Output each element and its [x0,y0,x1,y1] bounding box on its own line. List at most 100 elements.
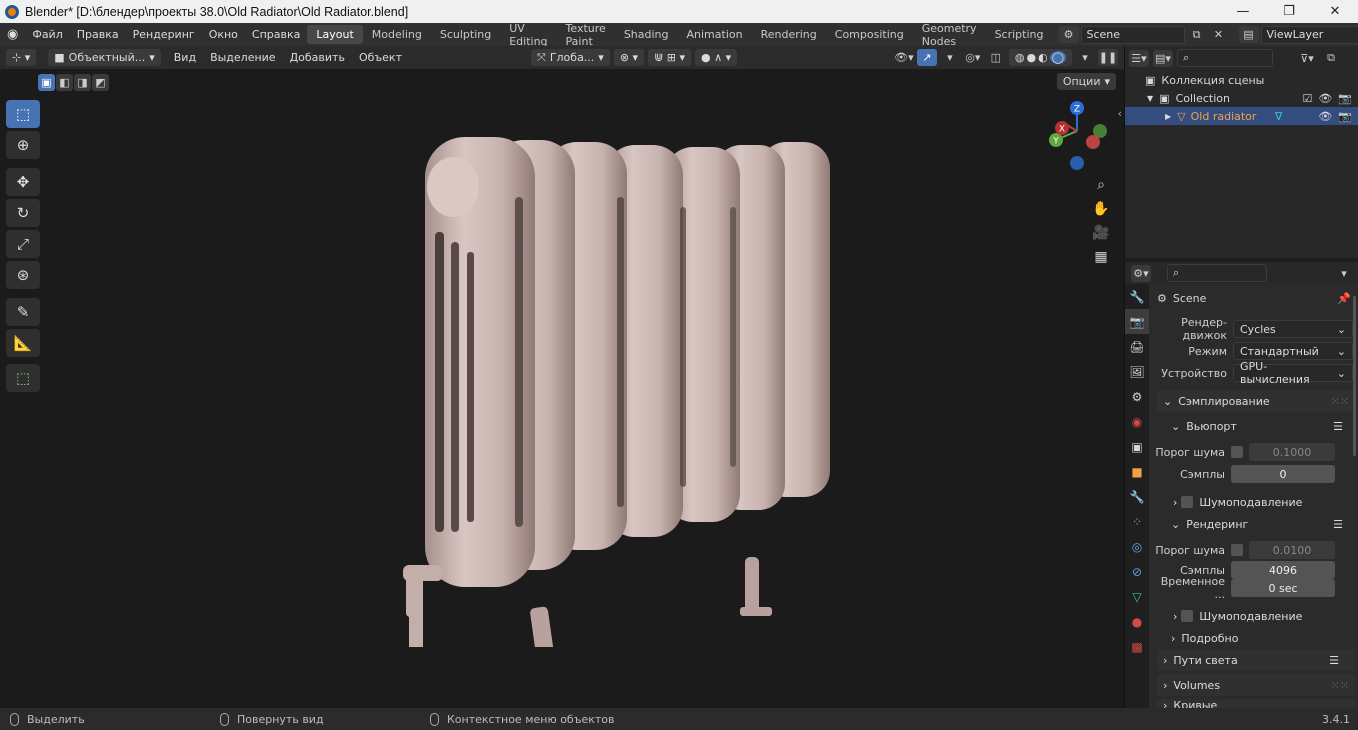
minimize-icon[interactable]: — [1220,4,1266,19]
scale-tool-icon[interactable]: ⤢ [6,230,40,258]
menu-object[interactable]: Объект [352,51,409,64]
gizmo-toggle-icon[interactable]: ↗ [916,49,937,66]
radiator-model[interactable] [395,137,845,647]
new-collection-icon[interactable]: ⧉ [1321,50,1341,67]
editor-type-button[interactable]: ⊹ ▾ [6,49,37,66]
object-tab-icon[interactable]: ■ [1125,459,1149,484]
menu-edit[interactable]: Правка [70,28,126,41]
menu-window[interactable]: Окно [202,28,245,41]
transform-orientation-dropdown[interactable]: ⤧ Глоба... ▾ [531,49,610,66]
blender-menu-icon[interactable]: ◉ [0,27,25,42]
mode-dropdown[interactable]: Стандартный ⌄ [1233,342,1353,360]
presets-list-icon[interactable]: ☰ [1333,518,1343,531]
select-intersect-icon[interactable]: ◩ [92,74,109,91]
outliner-row-scene-collection[interactable]: ▣ Коллекция сцены [1125,71,1358,89]
pivot-point-dropdown[interactable]: ⊗ ▾ [613,49,645,66]
eye-icon[interactable]: 👁 [1318,110,1332,123]
annotate-tool-icon[interactable]: ✎ [6,298,40,326]
select-subtract-icon[interactable]: ◨ [74,74,91,91]
view-layer-tab-icon[interactable]: 🖼 [1125,359,1149,384]
menu-help[interactable]: Справка [245,28,307,41]
scene-tab-icon[interactable]: ⚙ [1125,384,1149,409]
render-samples-field[interactable]: 4096 [1231,561,1335,579]
denoise-checkbox[interactable] [1181,496,1194,508]
pan-hand-icon[interactable]: ✋ [1089,197,1113,221]
tool-tab-icon[interactable]: 🔧 [1125,284,1149,309]
transform-tool-icon[interactable]: ⊛ [6,261,40,289]
menu-file[interactable]: Файл [25,28,69,41]
time-limit-field[interactable]: 0 sec [1231,579,1335,597]
texture-tab-icon[interactable]: ▩ [1125,634,1149,659]
rotate-tool-icon[interactable]: ↻ [6,199,40,227]
shading-modes[interactable]: ◍ ● ◐ ◯ [1008,49,1072,66]
xray-toggle-icon[interactable]: ◫ [986,49,1006,66]
select-new-icon[interactable]: ▣ [38,74,55,91]
render-noise-threshold-field[interactable]: 0.0100 [1249,541,1335,559]
exclude-checkbox-icon[interactable]: ☑ [1302,92,1312,105]
remove-scene-icon[interactable]: ✕ [1209,26,1229,43]
viewport-subpanel-header[interactable]: ⌄ Вьюпорт ☰ [1153,415,1358,437]
menu-render[interactable]: Рендеринг [126,28,202,41]
camera-view-icon[interactable]: 🎥 [1089,221,1113,245]
filter-icon[interactable]: ⊽▾ [1297,50,1317,67]
menu-select[interactable]: Выделение [203,51,283,64]
options-button[interactable]: Опции ▾ [1056,73,1116,90]
overlay-toggle-icon[interactable]: ◎▾ [963,49,983,66]
tab-animation[interactable]: Animation [678,25,752,44]
measure-tool-icon[interactable]: 📐 [6,329,40,357]
tab-rendering[interactable]: Rendering [752,25,826,44]
properties-scrollbar[interactable] [1353,296,1356,456]
material-shading-icon[interactable]: ◐ [1038,51,1048,64]
device-dropdown[interactable]: GPU-вычисления ⌄ [1233,360,1353,386]
expand-arrow-icon[interactable]: ▼ [1147,94,1153,103]
material-tab-icon[interactable]: ● [1125,609,1149,634]
viewport-denoise-row[interactable]: › Шумоподавление [1153,491,1358,513]
mode-dropdown[interactable]: ■ Объектный... ▾ [48,49,161,66]
perspective-grid-icon[interactable]: ▦ [1089,245,1113,269]
output-tab-icon[interactable]: 🖨 [1125,334,1149,359]
render-camera-icon[interactable]: 📷 [1338,110,1352,123]
maximize-icon[interactable]: ❐ [1266,4,1312,19]
tab-shading[interactable]: Shading [615,25,678,44]
properties-search-input[interactable]: ⌕ [1167,264,1267,282]
sampling-panel-header[interactable]: ⌄ Сэмплирование ⁙⁙ [1157,390,1355,412]
constraints-tab-icon[interactable]: ⊘ [1125,559,1149,584]
rendered-shading-icon[interactable]: ◯ [1049,51,1066,64]
advanced-subpanel-header[interactable]: › Подробно [1153,627,1358,649]
tab-sculpting[interactable]: Sculpting [431,25,500,44]
visibility-icon[interactable]: 👁▾ [894,49,914,66]
light-paths-panel-header[interactable]: › Пути света ☰ [1157,649,1355,671]
solid-shading-icon[interactable]: ● [1026,51,1036,64]
tab-scripting[interactable]: Scripting [986,25,1053,44]
render-noise-threshold-checkbox[interactable] [1231,544,1243,556]
drag-handle-icon[interactable]: ⁙⁙ [1331,395,1349,408]
new-scene-icon[interactable]: ⧉ [1187,26,1207,43]
world-tab-icon[interactable]: ◉ [1125,409,1149,434]
sidebar-toggle-icon[interactable]: ‹ [1118,107,1122,120]
menu-view[interactable]: Вид [167,51,203,64]
add-cube-tool-icon[interactable]: ⬚ [6,364,40,392]
particles-tab-icon[interactable]: ⁘ [1125,509,1149,534]
scene-selector-icon[interactable]: ⚙ [1058,26,1079,43]
pin-icon[interactable]: 📌 [1337,292,1351,305]
select-box-tool-icon[interactable]: ⬚ [6,100,40,128]
outliner-row-collection[interactable]: ▼ ▣ Collection ☑ 👁 📷 [1125,89,1358,107]
gizmo-dropdown-icon[interactable]: ▾ [940,49,960,66]
pause-render-icon[interactable]: ❚❚ [1098,49,1118,66]
render-tab-icon[interactable]: 📷 [1125,309,1149,334]
navigation-gizmo[interactable]: Z Y X [1040,95,1112,173]
outliner-editor-type-icon[interactable]: ☰▾ [1129,49,1149,67]
cursor-tool-icon[interactable]: ⊕ [6,131,40,159]
select-extend-icon[interactable]: ◧ [56,74,73,91]
physics-tab-icon[interactable]: ◎ [1125,534,1149,559]
collection-tab-icon[interactable]: ▣ [1125,434,1149,459]
properties-editor-type-icon[interactable]: ⚙▾ [1131,264,1151,282]
presets-list-icon[interactable]: ☰ [1333,420,1343,433]
render-subpanel-header[interactable]: ⌄ Рендеринг ☰ [1153,513,1358,535]
noise-threshold-checkbox[interactable] [1231,446,1243,458]
close-icon[interactable]: ✕ [1312,4,1358,19]
render-denoise-checkbox[interactable] [1181,610,1194,622]
shading-options-icon[interactable]: ▾ [1075,49,1095,66]
modifier-tab-icon[interactable]: 🔧 [1125,484,1149,509]
scene-field[interactable]: Scene [1080,25,1185,44]
